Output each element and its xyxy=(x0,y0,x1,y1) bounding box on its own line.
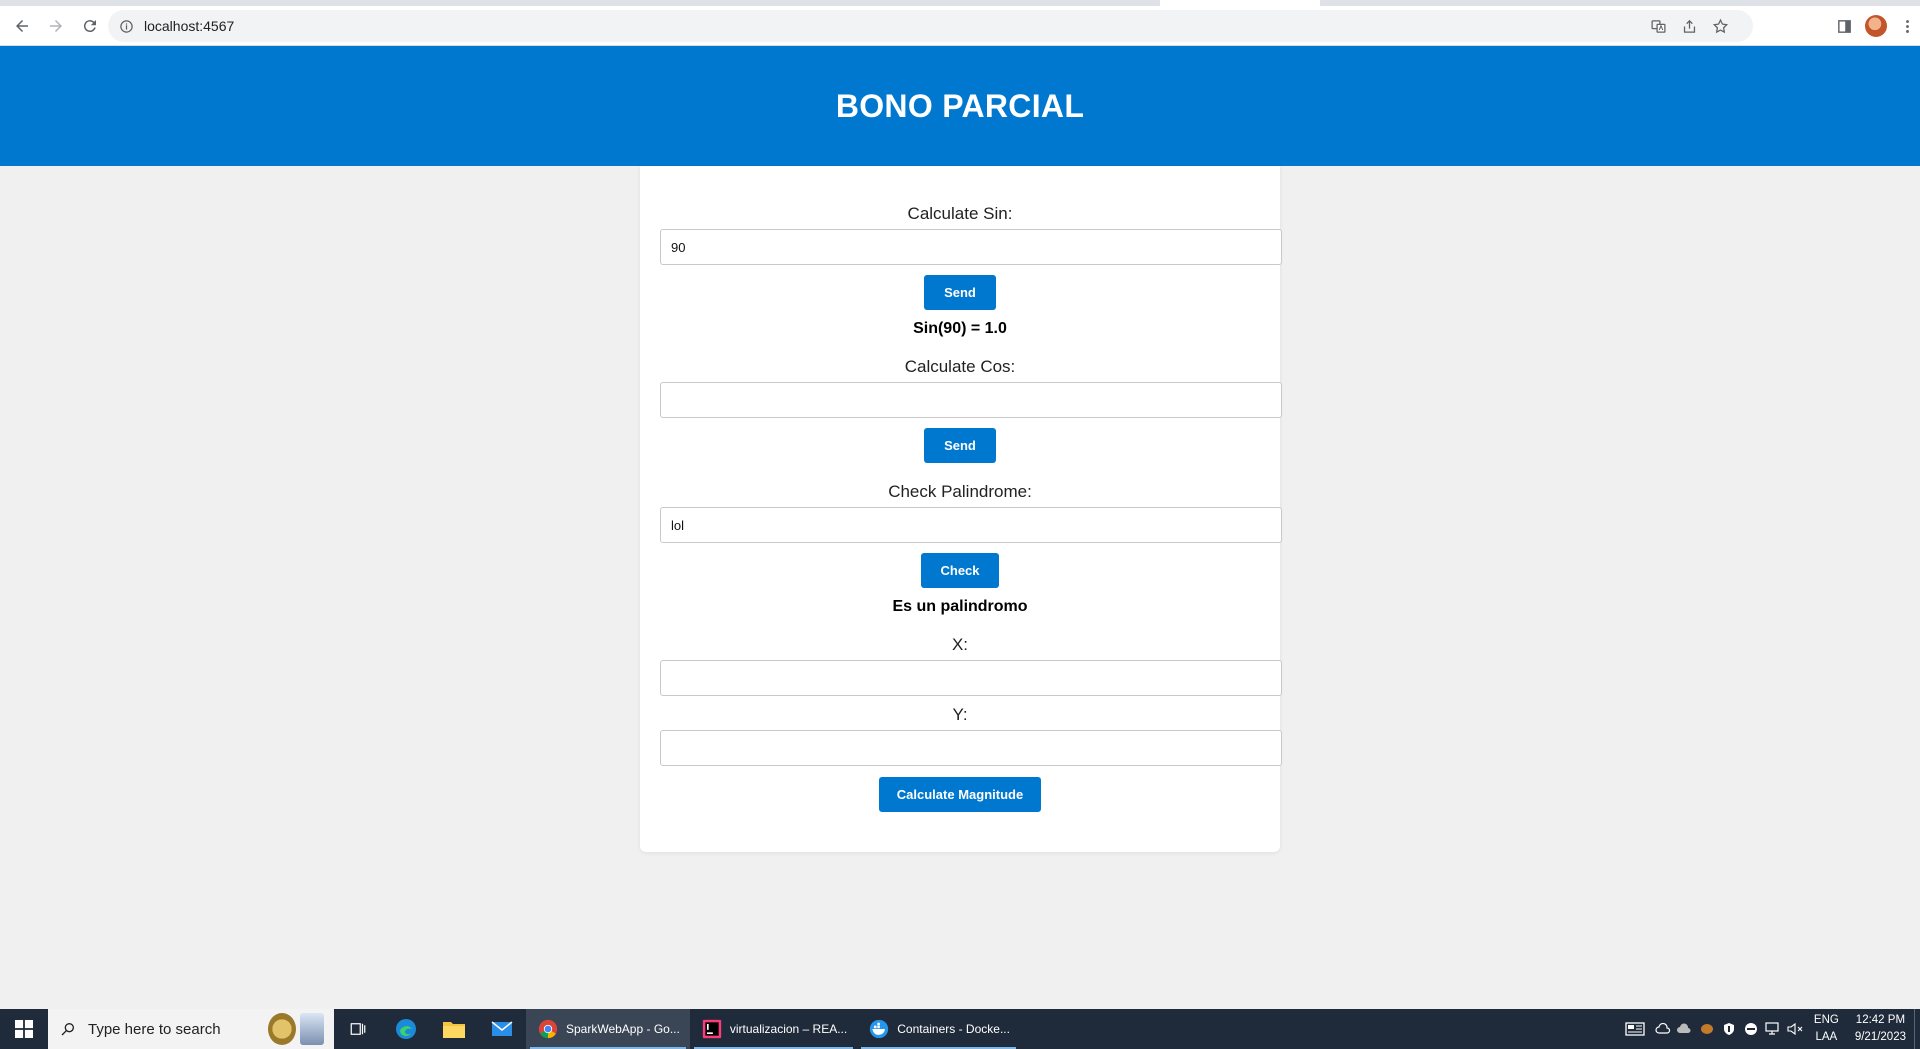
palindrome-result: Es un palindromo xyxy=(892,598,1028,615)
palindrome-input[interactable] xyxy=(660,507,1282,543)
cos-input[interactable] xyxy=(660,382,1282,418)
arrow-left-icon xyxy=(16,19,28,32)
profile-avatar[interactable] xyxy=(1865,15,1887,37)
sin-result: Sin(90) = 1.0 xyxy=(913,320,1007,337)
file-explorer-button[interactable] xyxy=(430,1009,478,1049)
palindrome-check-button[interactable]: Check xyxy=(921,553,999,588)
calculate-magnitude-button[interactable]: Calculate Magnitude xyxy=(879,777,1041,812)
cos-label: Calculate Cos: xyxy=(904,357,1016,376)
show-desktop-button[interactable] xyxy=(1914,1009,1920,1049)
docker-icon xyxy=(870,1019,889,1039)
language-sub: LAA xyxy=(1815,1031,1838,1043)
intellij-icon xyxy=(702,1019,722,1039)
network-icon[interactable] xyxy=(1762,1009,1784,1049)
taskbar-app-label: Containers - Docke... xyxy=(897,1022,1010,1036)
language-indicator[interactable]: ENG LAA xyxy=(1806,1012,1847,1046)
taskbar-app-label: SparkWebApp - Go... xyxy=(566,1022,680,1036)
share-icon[interactable] xyxy=(1681,18,1698,35)
mail-button[interactable] xyxy=(478,1009,526,1049)
x-input[interactable] xyxy=(660,660,1282,696)
side-panel-icon[interactable] xyxy=(1836,18,1853,35)
address-bar[interactable]: localhost:4567 xyxy=(108,10,1753,42)
search-highlight-image xyxy=(268,1013,324,1045)
task-view-icon xyxy=(350,1023,366,1035)
security-icon[interactable] xyxy=(1718,1009,1740,1049)
page-title: BONO PARCIAL xyxy=(835,87,1085,124)
taskbar-app-docker[interactable]: Containers - Docke... xyxy=(857,1009,1020,1049)
taskbar-app-intellij[interactable]: virtualizacion – REA... xyxy=(690,1009,857,1049)
browser-toolbar: localhost:4567 xyxy=(0,6,1920,46)
x-label: X: xyxy=(951,635,969,654)
info-icon[interactable] xyxy=(118,18,134,34)
volume-muted-icon[interactable] xyxy=(1784,1009,1806,1049)
task-view-button[interactable] xyxy=(334,1009,382,1049)
search-placeholder: Type here to search xyxy=(88,1020,221,1038)
windows-logo-icon xyxy=(15,1020,33,1038)
taskbar-app-label: virtualizacion – REA... xyxy=(729,1022,848,1036)
reload-icon xyxy=(83,19,96,32)
y-input[interactable] xyxy=(660,730,1282,766)
edge-button[interactable] xyxy=(382,1009,430,1049)
more-menu-icon[interactable] xyxy=(1899,18,1916,35)
palindrome-label: Check Palindrome: xyxy=(888,482,1032,501)
mail-icon xyxy=(491,1021,513,1036)
reload-button[interactable] xyxy=(74,10,106,42)
forward-button[interactable] xyxy=(40,10,72,42)
clock[interactable]: 12:42 PM 9/21/2023 xyxy=(1847,1012,1914,1046)
clock-time: 12:42 PM xyxy=(1855,1014,1906,1026)
taskbar-app-chrome[interactable]: SparkWebApp - Go... xyxy=(526,1009,690,1049)
y-label: Y: xyxy=(952,705,968,724)
sin-input[interactable] xyxy=(660,229,1282,265)
cloud-icon[interactable] xyxy=(1652,1009,1674,1049)
cos-send-button[interactable]: Send xyxy=(924,428,996,463)
search-icon xyxy=(61,1023,74,1036)
taskbar-search[interactable]: Type here to search xyxy=(48,1009,334,1049)
sin-label: Calculate Sin: xyxy=(907,204,1013,223)
windows-taskbar: Type here to search SparkWebApp - Go... … xyxy=(0,1009,1920,1049)
start-button[interactable] xyxy=(0,1009,48,1049)
vpn-icon[interactable] xyxy=(1740,1009,1762,1049)
form-card: Calculate Sin: Send Sin(90) = 1.0 Calcul… xyxy=(640,166,1282,852)
system-tray: ENG LAA 12:42 PM 9/21/2023 xyxy=(1618,1009,1920,1049)
star-icon[interactable] xyxy=(1712,18,1729,35)
translate-icon[interactable] xyxy=(1650,18,1667,35)
sin-send-button[interactable]: Send xyxy=(924,275,996,310)
news-icon[interactable] xyxy=(1618,1009,1652,1049)
language-code: ENG xyxy=(1813,1014,1839,1026)
url-text[interactable]: localhost:4567 xyxy=(144,18,234,34)
back-button[interactable] xyxy=(6,10,38,42)
page-header: BONO PARCIAL xyxy=(0,46,1920,166)
arrow-right-icon xyxy=(50,19,62,32)
folder-icon xyxy=(443,1022,465,1038)
chrome-icon xyxy=(538,1019,558,1039)
clock-date: 9/21/2023 xyxy=(1854,1031,1906,1043)
edge-icon xyxy=(396,1019,416,1039)
onedrive-icon[interactable] xyxy=(1674,1009,1696,1049)
app-tray-icon[interactable] xyxy=(1696,1009,1718,1049)
